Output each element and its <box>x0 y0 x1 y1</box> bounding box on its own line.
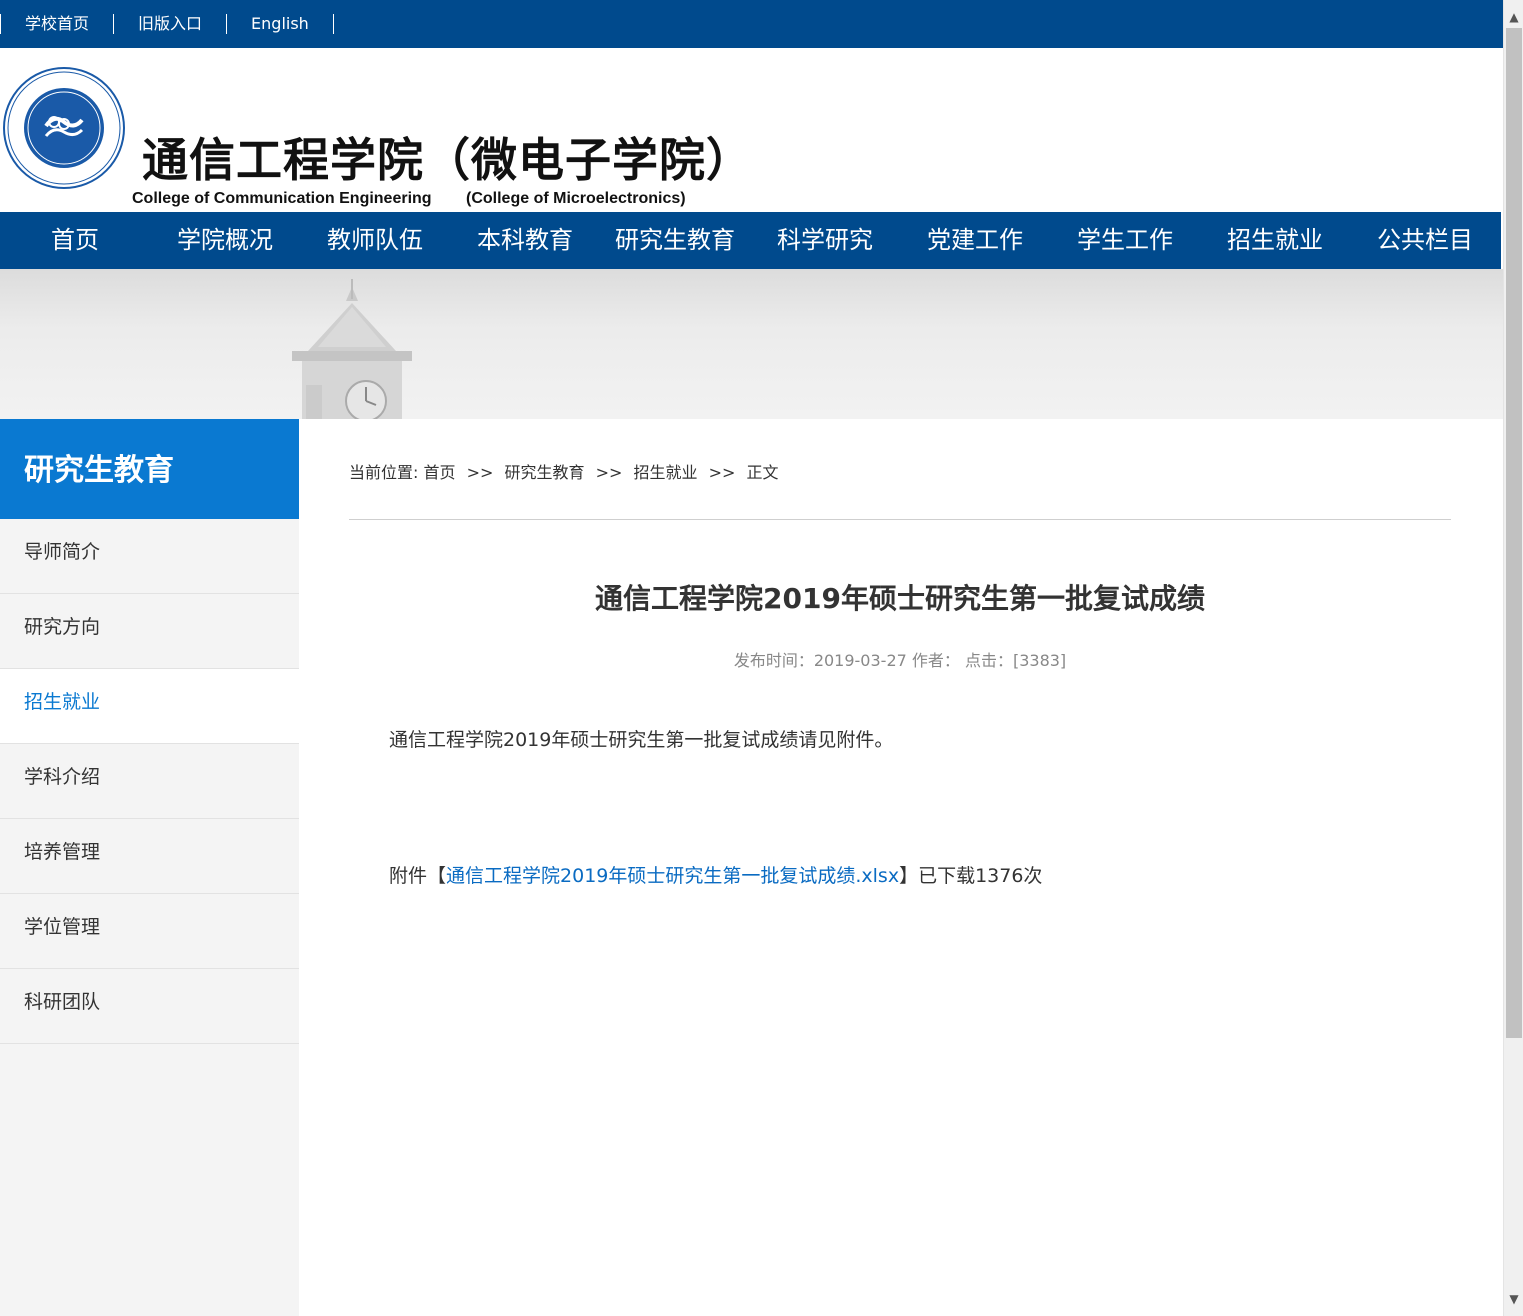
sidebar-item-research-teams[interactable]: 科研团队 <box>0 969 299 1044</box>
site-header: 通信工程学院（微电子学院） College of Communication E… <box>0 48 1503 212</box>
nav-item-undergraduate[interactable]: 本科教育 <box>450 212 600 269</box>
breadcrumb: 当前位置: 首页 >> 研究生教育 >> 招生就业 >> 正文 <box>349 459 779 483</box>
article-title: 通信工程学院2019年硕士研究生第一批复试成绩 <box>595 582 1205 615</box>
top-link-english[interactable]: English <box>227 14 334 34</box>
banner-image <box>0 269 1503 419</box>
scrollbar-thumb[interactable] <box>1506 28 1522 1038</box>
article-meta: 发布时间：2019-03-27 作者： 点击：[3383] <box>733 651 1067 670</box>
breadcrumb-current: 正文 <box>746 463 779 482</box>
breadcrumb-graduate[interactable]: 研究生教育 <box>505 463 585 482</box>
nav-item-overview[interactable]: 学院概况 <box>150 212 300 269</box>
top-link-old-version[interactable]: 旧版入口 <box>114 14 228 34</box>
attachment-download-count: 】已下载1376次 <box>899 865 1043 887</box>
nav-item-faculty[interactable]: 教师队伍 <box>300 212 450 269</box>
nav-item-home[interactable]: 首页 <box>0 212 150 269</box>
breadcrumb-separator: >> <box>708 463 736 482</box>
nav-item-graduate[interactable]: 研究生教育 <box>600 212 750 269</box>
college-title-en: College of Communication Engineering <box>132 190 432 207</box>
sidebar-item-degree[interactable]: 学位管理 <box>0 894 299 969</box>
college-title-cn: 通信工程学院（微电子学院） <box>142 133 753 187</box>
scroll-up-icon[interactable]: ▲ <box>1504 8 1523 26</box>
breadcrumb-home[interactable]: 首页 <box>424 463 456 482</box>
college-logo[interactable] <box>2 66 126 190</box>
nav-item-students[interactable]: 学生工作 <box>1050 212 1200 269</box>
sidebar-item-disciplines[interactable]: 学科介绍 <box>0 744 299 819</box>
breadcrumb-admissions[interactable]: 招生就业 <box>634 463 698 482</box>
top-link-school-home[interactable]: 学校首页 <box>0 14 115 34</box>
clock-tower-illustration <box>292 279 412 419</box>
top-bar: 学校首页 旧版入口 English <box>0 0 1503 48</box>
sidebar-item-training[interactable]: 培养管理 <box>0 819 299 894</box>
attachment-line: 附件【通信工程学院2019年硕士研究生第一批复试成绩.xlsx】已下载1376次 <box>389 861 1042 888</box>
breadcrumb-prefix: 当前位置: <box>349 463 419 482</box>
article-body: 通信工程学院2019年硕士研究生第一批复试成绩请见附件。 <box>389 729 894 751</box>
nav-item-research[interactable]: 科学研究 <box>750 212 900 269</box>
sidebar-item-admissions[interactable]: 招生就业 <box>0 669 299 744</box>
nav-item-party[interactable]: 党建工作 <box>900 212 1050 269</box>
scroll-down-icon[interactable]: ▼ <box>1504 1290 1523 1308</box>
main-area: 研究生教育 导师简介 研究方向 招生就业 学科介绍 培养管理 学位管理 科研团队… <box>0 419 1503 1316</box>
nav-item-public[interactable]: 公共栏目 <box>1350 212 1500 269</box>
college-title-en-sub: (College of Microelectronics) <box>466 190 686 207</box>
attachment-link[interactable]: 通信工程学院2019年硕士研究生第一批复试成绩.xlsx <box>446 865 899 887</box>
main-nav: 首页 学院概况 教师队伍 本科教育 研究生教育 科学研究 党建工作 学生工作 招… <box>0 212 1501 269</box>
attachment-prefix: 附件【 <box>389 865 447 887</box>
breadcrumb-separator: >> <box>466 463 494 482</box>
sidebar-title: 研究生教育 <box>0 419 299 519</box>
page: 学校首页 旧版入口 English 通信工程学院（微电子学院） College … <box>0 0 1503 1316</box>
vertical-scrollbar[interactable]: ▲ ▼ <box>1503 0 1523 1316</box>
divider <box>349 519 1451 520</box>
sidebar-item-advisors[interactable]: 导师简介 <box>0 519 299 594</box>
sidebar: 研究生教育 导师简介 研究方向 招生就业 学科介绍 培养管理 学位管理 科研团队 <box>0 419 299 1316</box>
breadcrumb-separator: >> <box>595 463 623 482</box>
sidebar-item-research-directions[interactable]: 研究方向 <box>0 594 299 669</box>
nav-item-admissions[interactable]: 招生就业 <box>1200 212 1350 269</box>
